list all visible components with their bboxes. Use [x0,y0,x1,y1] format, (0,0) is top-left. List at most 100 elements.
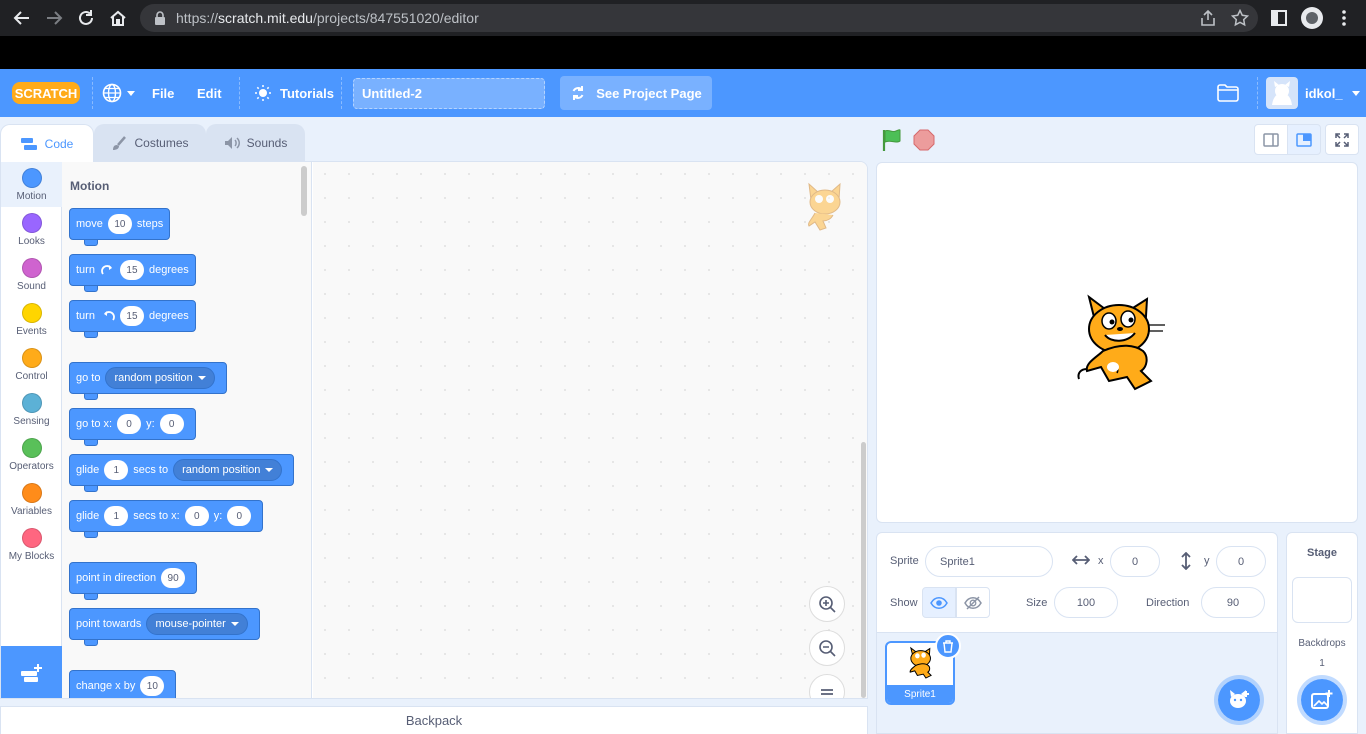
reload-icon[interactable] [74,6,98,30]
block-text: steps [136,218,164,230]
project-title-input[interactable] [353,78,545,109]
menu-divider [1257,77,1258,109]
zoom-in-button[interactable] [809,586,845,622]
category-color-dot [21,483,42,503]
block-number-input[interactable]: 10 [140,676,165,696]
add-extension-button[interactable] [1,646,62,698]
block-number-input[interactable]: 1 [104,460,129,480]
show-visible-button[interactable] [922,587,956,618]
block-text: secs to [133,464,169,476]
back-icon[interactable] [10,6,34,30]
block-point-in-direction[interactable]: point in direction 90 [69,562,198,600]
stage-thumbnail[interactable] [1292,577,1352,623]
home-icon[interactable] [106,6,130,30]
workspace-scrollbar[interactable] [861,442,866,698]
block-number-input[interactable]: 15 [119,260,144,280]
category-label: My Blocks [8,551,55,562]
zoom-reset-button[interactable] [809,674,845,698]
palette-scrollbar[interactable] [301,166,307,216]
category-operators[interactable]: Operators [1,432,62,477]
add-sprite-button[interactable] [1214,675,1264,725]
category-looks[interactable]: Looks [1,207,62,252]
size-input[interactable]: 100 [1054,587,1118,618]
tab-code[interactable]: Code [0,124,94,162]
block-move-steps[interactable]: move 10 steps [69,208,171,246]
palette-category-heading: Motion [70,179,110,193]
profile-avatar-icon[interactable] [1300,6,1324,30]
block-number-input[interactable]: 0 [227,506,252,526]
scratch-logo[interactable]: SCRATCH [12,69,80,117]
edit-menu[interactable]: Edit [197,69,222,117]
fullscreen-button[interactable] [1325,124,1359,155]
block-turn-right[interactable]: turn 15 degrees [69,254,196,292]
block-go-to[interactable]: go to random position [69,362,227,400]
bookmark-star-icon[interactable] [1228,6,1252,30]
small-stage-button[interactable] [1254,124,1288,155]
rotate-counterclockwise-icon [101,310,115,322]
address-bar[interactable]: https://scratch.mit.edu/projects/8475510… [140,4,1258,32]
block-number-input[interactable]: 1 [104,506,129,526]
delete-sprite-button[interactable] [935,633,961,659]
block-text: point towards [76,618,142,630]
block-number-input[interactable]: 10 [107,214,132,234]
category-variables[interactable]: Variables [1,477,62,522]
add-backdrop-button[interactable] [1297,675,1347,725]
rotate-clockwise-icon [101,264,115,276]
block-number-input[interactable]: 90 [161,568,186,588]
see-project-page-button[interactable]: See Project Page [560,76,712,110]
sprite-name-input[interactable]: Sprite1 [925,546,1053,577]
show-hidden-button[interactable] [956,587,990,618]
my-stuff-folder-icon[interactable] [1217,69,1239,117]
block-text: y: [146,418,155,430]
block-go-to-xy[interactable]: go to x: 0 y: 0 [69,408,196,446]
category-motion[interactable]: Motion [1,162,62,207]
stage-canvas[interactable] [876,162,1358,523]
block-number-input[interactable]: 0 [159,414,184,434]
backpack-bar[interactable]: Backpack [0,706,868,734]
tab-costumes[interactable]: Costumes [94,124,206,161]
file-menu[interactable]: File [152,69,174,117]
speaker-icon [224,136,240,150]
direction-input[interactable]: 90 [1201,587,1265,618]
stage-selector-panel[interactable]: Stage Backdrops 1 [1286,532,1358,734]
block-change-x-by[interactable]: change x by 10 [69,670,177,698]
block-glide-to-xy[interactable]: glide 1 secs to x: 0 y: 0 [69,500,264,538]
block-dropdown[interactable]: random position [173,459,283,481]
sprite-cat[interactable] [1067,291,1167,395]
normal-stage-button[interactable] [1287,124,1321,155]
y-position-input[interactable]: 0 [1216,546,1266,577]
username-label: idkol_ [1305,85,1343,101]
category-events[interactable]: Events [1,297,62,342]
category-color-dot [21,393,42,413]
x-position-input[interactable]: 0 [1110,546,1160,577]
script-workspace[interactable] [313,162,867,698]
tab-sounds[interactable]: Sounds [206,124,305,161]
block-turn-left[interactable]: turn 15 degrees [69,300,196,338]
language-menu[interactable] [102,69,135,117]
green-flag-icon[interactable] [880,128,904,152]
category-control[interactable]: Control [1,342,62,387]
tab-code-label: Code [44,136,74,151]
category-sensing[interactable]: Sensing [1,387,62,432]
block-text: turn [76,310,95,322]
block-glide-to[interactable]: glide 1 secs to random position [69,454,295,492]
forward-icon[interactable] [42,6,66,30]
block-dropdown[interactable]: mouse-pointer [146,613,248,635]
block-text: y: [213,510,223,522]
account-menu[interactable]: idkol_ [1266,69,1360,117]
browser-menu-icon[interactable] [1332,6,1356,30]
stop-icon[interactable] [913,129,935,151]
zoom-out-button[interactable] [809,630,845,666]
sidepanel-icon[interactable] [1267,6,1291,30]
block-point-towards[interactable]: point towards mouse-pointer [69,608,260,646]
tutorials-button[interactable]: Tutorials [254,69,334,117]
share-icon[interactable] [1196,6,1220,30]
block-number-input[interactable]: 0 [117,414,142,434]
normal-stage-icon [1296,132,1312,147]
category-my-blocks[interactable]: My Blocks [1,522,62,567]
category-sound[interactable]: Sound [1,252,62,297]
browser-bookmarks-strip [0,36,1366,69]
block-number-input[interactable]: 0 [184,506,209,526]
block-number-input[interactable]: 15 [119,306,144,326]
block-dropdown[interactable]: random position [105,367,215,389]
